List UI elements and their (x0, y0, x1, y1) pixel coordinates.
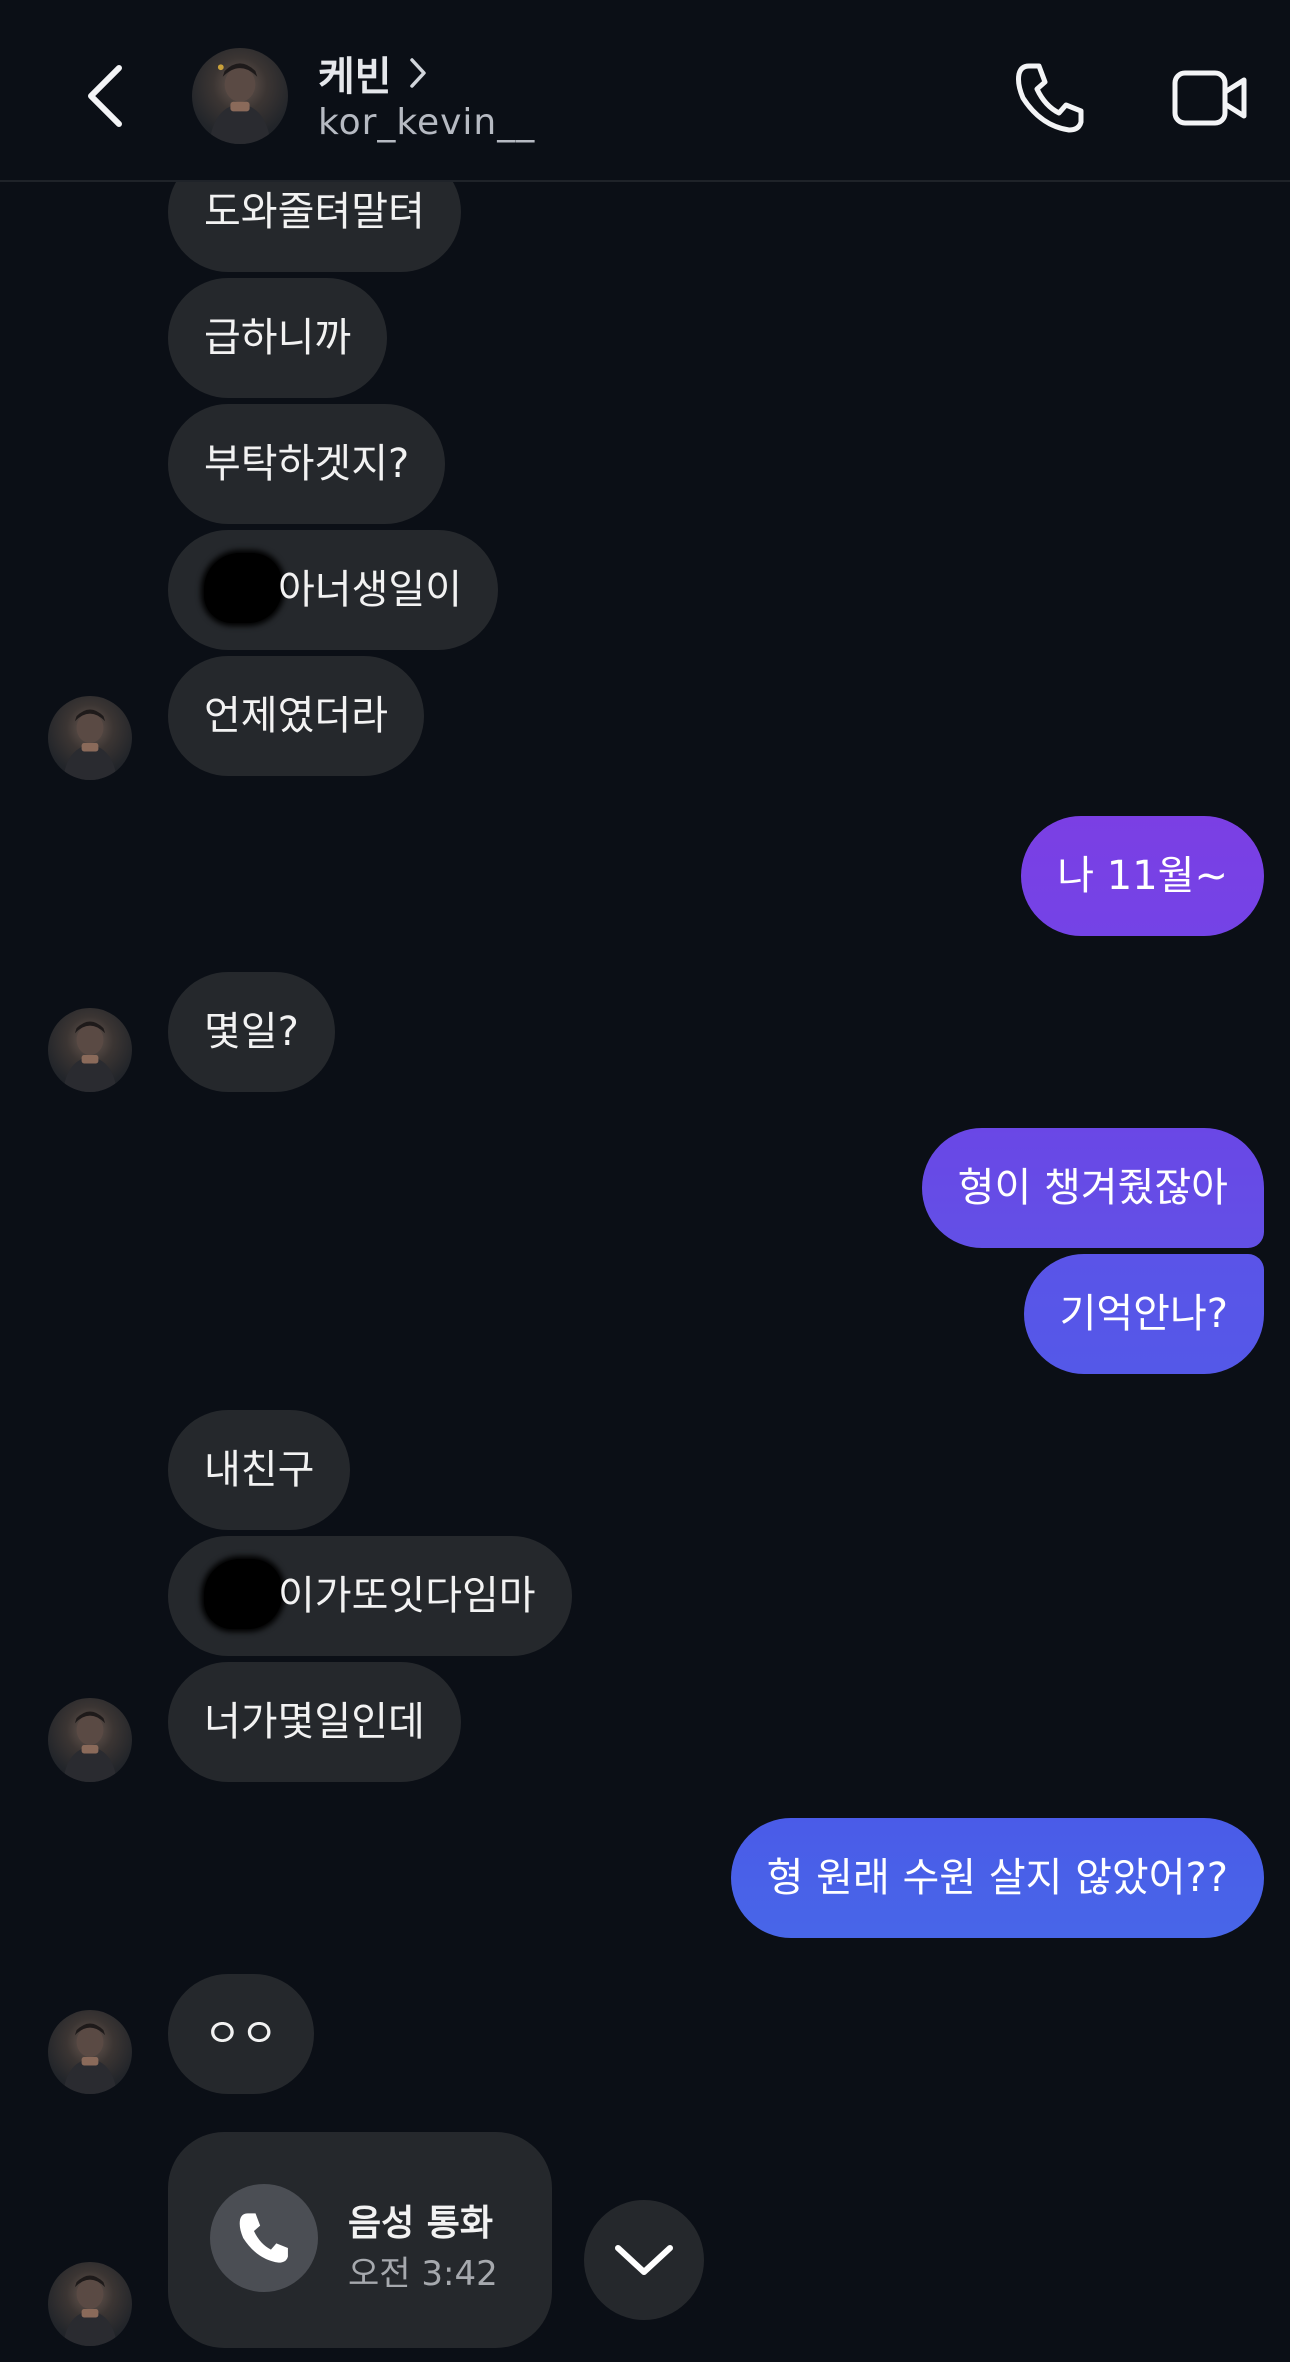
phone-icon (239, 2213, 288, 2263)
chevron-left-icon (88, 65, 122, 127)
video-camera-icon (1172, 70, 1247, 126)
message-bubble-outgoing[interactable]: 형 원래 수원 살지 않았어?? (730, 1818, 1264, 1938)
call-icon-badge (210, 2184, 318, 2292)
call-time: 오전 3:42 (348, 2254, 498, 2294)
message-text: 급하니까 (204, 315, 352, 361)
chevron-right-icon (408, 56, 432, 90)
message-text: 나 11월~ (1057, 853, 1228, 899)
sender-avatar[interactable] (48, 1008, 132, 1092)
header-avatar[interactable] (192, 48, 288, 144)
profile-link[interactable]: 케빈 (318, 44, 432, 102)
message-bubble-incoming[interactable]: 이가또잇다임마 (168, 1536, 572, 1656)
message-text: 부탁하겟지? (204, 441, 410, 487)
message-bubble-incoming[interactable]: ㅇㅇ (168, 1974, 314, 2094)
message-bubble-incoming[interactable]: 부탁하겟지? (168, 404, 446, 524)
sender-avatar[interactable] (48, 2262, 132, 2346)
redaction-mark (204, 553, 282, 623)
video-call-button[interactable] (1150, 58, 1270, 138)
message-text: 기억안나? (1059, 1291, 1228, 1337)
sender-avatar[interactable] (48, 2010, 132, 2094)
message-text: 내친구 (204, 1447, 315, 1493)
message-bubble-outgoing[interactable]: 나 11월~ (1021, 816, 1264, 936)
contact-username: kor_kevin__ (318, 102, 536, 143)
message-bubble-outgoing[interactable]: 기억안나? (1023, 1254, 1264, 1374)
sender-avatar[interactable] (48, 696, 132, 780)
message-text: 너가몇일인데 (204, 1699, 425, 1745)
message-bubble-outgoing[interactable]: 형이 챙겨줬잖아 (921, 1128, 1264, 1248)
sender-avatar[interactable] (48, 1698, 132, 1782)
message-bubble-incoming[interactable]: 너가몇일인데 (168, 1662, 461, 1782)
message-bubble-incoming[interactable]: 급하니까 (168, 278, 388, 398)
contact-name: 케빈 (318, 54, 392, 100)
voice-call-button[interactable] (1012, 56, 1088, 140)
voice-call-message[interactable]: 음성 통화 오전 3:42 (168, 2132, 552, 2348)
message-text: 언제였더라 (204, 693, 388, 739)
message-bubble-incoming[interactable]: 몇일? (168, 972, 335, 1092)
message-text: 형이 챙겨줬잖아 (957, 1165, 1228, 1211)
message-text: 이가또잇다임마 (278, 1573, 536, 1619)
message-bubble-incoming[interactable]: 언제였더라 (168, 656, 424, 776)
message-bubble-incoming[interactable]: 아너생일이 (168, 530, 498, 650)
message-text: 몇일? (204, 1009, 299, 1055)
message-text: ㅇㅇ (204, 2011, 278, 2057)
message-bubble-incoming[interactable]: 내친구 (168, 1410, 351, 1530)
redaction-mark (204, 1559, 282, 1629)
back-button[interactable] (70, 56, 140, 136)
phone-icon (1016, 63, 1084, 133)
message-text: 아너생일이 (278, 567, 462, 613)
message-text: 형 원래 수원 살지 않았어?? (766, 1855, 1228, 1901)
call-title: 음성 통화 (348, 2203, 494, 2244)
chat-header: 케빈 kor_kevin__ (0, 0, 1290, 182)
chevron-down-icon (615, 2245, 673, 2275)
message-text: 도와줄텨말텨 (204, 189, 425, 235)
scroll-to-bottom-button[interactable] (584, 2200, 704, 2320)
